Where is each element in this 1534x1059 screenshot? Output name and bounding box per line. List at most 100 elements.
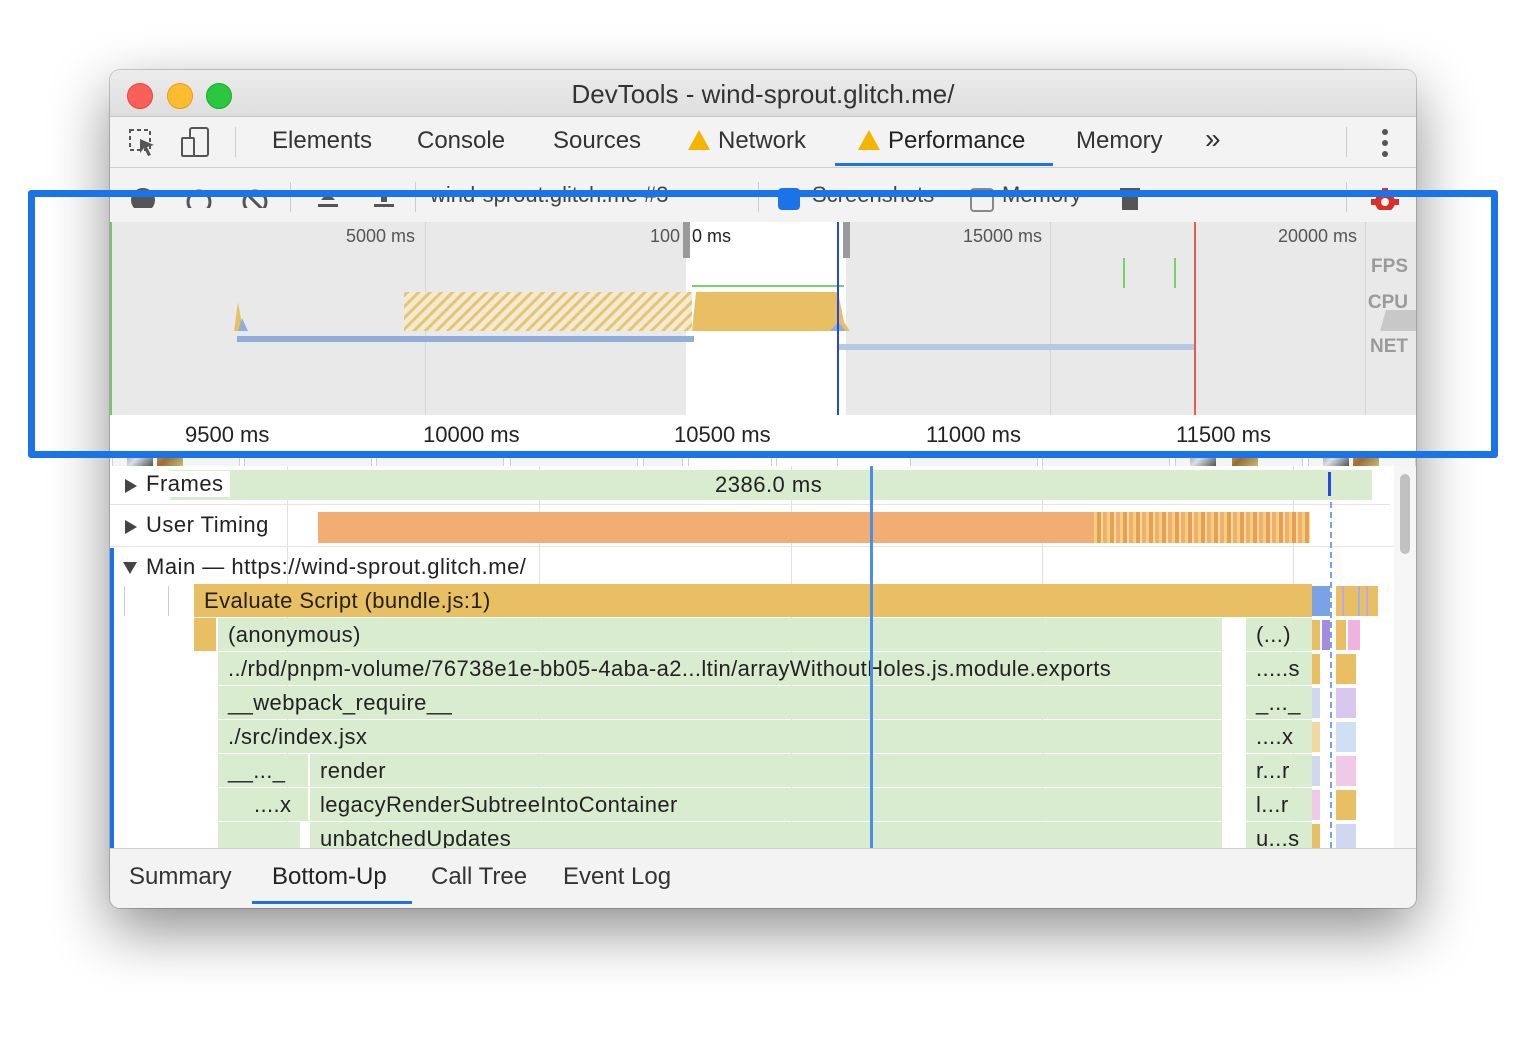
flame-legacy-prefix[interactable]: ....x: [218, 788, 308, 821]
frame-marker: [1328, 472, 1331, 496]
user-timing-label: User Timing: [146, 512, 269, 537]
tab-network[interactable]: Network: [688, 127, 806, 155]
tab-event-log[interactable]: Event Log: [563, 863, 671, 891]
expand-triangle-icon[interactable]: [124, 478, 138, 494]
inspect-element-icon[interactable]: [128, 128, 158, 158]
flame-unbatched-right[interactable]: u...s: [1246, 822, 1312, 848]
flame-small-bar[interactable]: [1336, 722, 1356, 752]
playhead-line: [870, 466, 873, 848]
frames-duration: 2386.0 ms: [715, 472, 823, 497]
tab-memory[interactable]: Memory: [1076, 127, 1163, 155]
flame-small-bar[interactable]: [1336, 824, 1356, 848]
active-tab-indicator: [835, 163, 1053, 166]
more-tabs-button[interactable]: »: [1205, 123, 1221, 155]
flame-small-bar[interactable]: [1312, 756, 1320, 786]
flame-small-bar[interactable]: [1312, 620, 1320, 650]
tab-summary[interactable]: Summary: [129, 863, 232, 891]
flame-label: (anonymous): [228, 622, 361, 647]
indent-guide: [124, 586, 125, 616]
flame-legacy-render-right[interactable]: l...r: [1246, 788, 1312, 821]
flame-small-bar[interactable]: [1336, 688, 1356, 718]
tab-sources[interactable]: Sources: [553, 127, 641, 155]
divider: [235, 127, 236, 157]
indent-guide: [168, 586, 169, 616]
active-tab-indicator: [252, 901, 412, 904]
flame-evaluate-script[interactable]: Evaluate Script (bundle.js:1): [194, 584, 1312, 617]
device-toolbar-icon[interactable]: [180, 126, 212, 158]
user-timing-bar[interactable]: [318, 512, 1090, 543]
flame-label: __..._: [228, 758, 286, 783]
window-title: DevTools - wind-sprout.glitch.me/: [571, 79, 955, 109]
flame-small-bar[interactable]: [1336, 756, 1356, 786]
main-thread-label: Main — https://wind-sprout.glitch.me/: [146, 554, 527, 579]
flame-small-bar[interactable]: [1312, 654, 1320, 684]
title-bar: DevTools - wind-sprout.glitch.me/: [110, 70, 1416, 117]
flame-module-exports-right[interactable]: .....s: [1246, 652, 1312, 685]
flame-label: Evaluate Script (bundle.js:1): [204, 588, 491, 613]
flame-small-bar[interactable]: [1336, 620, 1346, 650]
flame-index-jsx-right[interactable]: ....x: [1246, 720, 1312, 753]
flame-index-jsx[interactable]: ./src/index.jsx: [218, 720, 1222, 753]
flame-legacy-render[interactable]: legacyRenderSubtreeIntoContainer: [310, 788, 1222, 821]
divider: [1346, 127, 1347, 157]
tab-network-label: Network: [718, 127, 807, 154]
flame-anonymous[interactable]: (anonymous): [218, 618, 1222, 651]
flame-render-prefix[interactable]: __..._: [218, 754, 308, 787]
flame-small-bar[interactable]: [1336, 586, 1378, 616]
details-tab-bar: Summary Bottom-Up Call Tree Event Log: [110, 848, 1416, 908]
flame-small-bar[interactable]: [1336, 790, 1356, 820]
flame-label: ./src/index.jsx: [228, 724, 368, 749]
main-thread-selection-bar: [110, 548, 114, 848]
flame-small-bar[interactable]: [1312, 688, 1320, 718]
warning-icon: [858, 130, 880, 150]
tab-elements[interactable]: Elements: [272, 127, 372, 155]
flame-small-bar[interactable]: [1312, 824, 1320, 848]
scrollbar-thumb[interactable]: [1400, 474, 1410, 554]
flame-unbatched-prefix[interactable]: [218, 822, 300, 848]
flame-small-bar[interactable]: [1322, 620, 1330, 650]
flame-label: (...): [1256, 622, 1291, 647]
tab-bottom-up[interactable]: Bottom-Up: [272, 863, 387, 891]
flame-label: __webpack_require__: [228, 690, 453, 715]
collapse-triangle-icon[interactable]: [122, 561, 138, 575]
panel-tab-bar: Elements Console Sources Network Perform…: [110, 117, 1416, 168]
expand-triangle-icon[interactable]: [124, 519, 138, 535]
flame-small-bar[interactable]: [1348, 620, 1360, 650]
flame-label: u...s: [1256, 826, 1300, 848]
flame-label: ....x: [1256, 724, 1294, 749]
frames-label: Frames: [140, 471, 230, 497]
tab-elements-label: Elements: [272, 127, 373, 154]
flame-label: unbatchedUpdates: [320, 826, 512, 848]
flame-render[interactable]: render: [310, 754, 1222, 787]
warning-icon: [688, 130, 710, 150]
flame-anonymous-right[interactable]: (...): [1246, 618, 1312, 651]
flame-label: ....x: [254, 792, 292, 817]
tab-console[interactable]: Console: [417, 127, 505, 155]
flame-label: .....s: [1256, 656, 1300, 681]
flame-chart[interactable]: Frames 2386.0 ms User Timing Main — http…: [110, 466, 1416, 848]
tab-performance[interactable]: Performance: [858, 127, 1025, 155]
flame-small-bar[interactable]: [1312, 722, 1320, 752]
flame-webpack-require[interactable]: __webpack_require__: [218, 686, 1222, 719]
tab-performance-label: Performance: [888, 127, 1026, 154]
flame-small-bar[interactable]: [1312, 790, 1320, 820]
flame-unbatched-updates[interactable]: unbatchedUpdates: [310, 822, 1222, 848]
flame-label: r...r: [1256, 758, 1290, 783]
flame-module-exports[interactable]: ../rbd/pnpm-volume/76738e1e-bb05-4aba-a2…: [218, 652, 1222, 685]
flame-label: ../rbd/pnpm-volume/76738e1e-bb05-4aba-a2…: [228, 656, 1112, 681]
dashed-marker: [1330, 502, 1332, 848]
flame-small-bar[interactable]: [1336, 654, 1356, 684]
flame-anonymous-marker[interactable]: [194, 618, 216, 651]
tab-call-tree[interactable]: Call Tree: [431, 863, 527, 891]
kebab-menu-icon[interactable]: [1375, 127, 1395, 159]
user-timing-bar-dense[interactable]: [1090, 512, 1310, 543]
user-timing-track[interactable]: User Timing: [110, 506, 1400, 547]
flame-render-right[interactable]: r...r: [1246, 754, 1312, 787]
flame-webpack-require-right[interactable]: _..._: [1246, 686, 1312, 719]
flame-small-bar[interactable]: [1312, 586, 1330, 616]
frames-track[interactable]: Frames 2386.0 ms: [110, 466, 1390, 505]
flame-label: l...r: [1256, 792, 1289, 817]
vertical-scrollbar[interactable]: [1394, 466, 1416, 848]
highlight-box: [28, 190, 1498, 458]
flame-label: legacyRenderSubtreeIntoContainer: [320, 792, 678, 817]
